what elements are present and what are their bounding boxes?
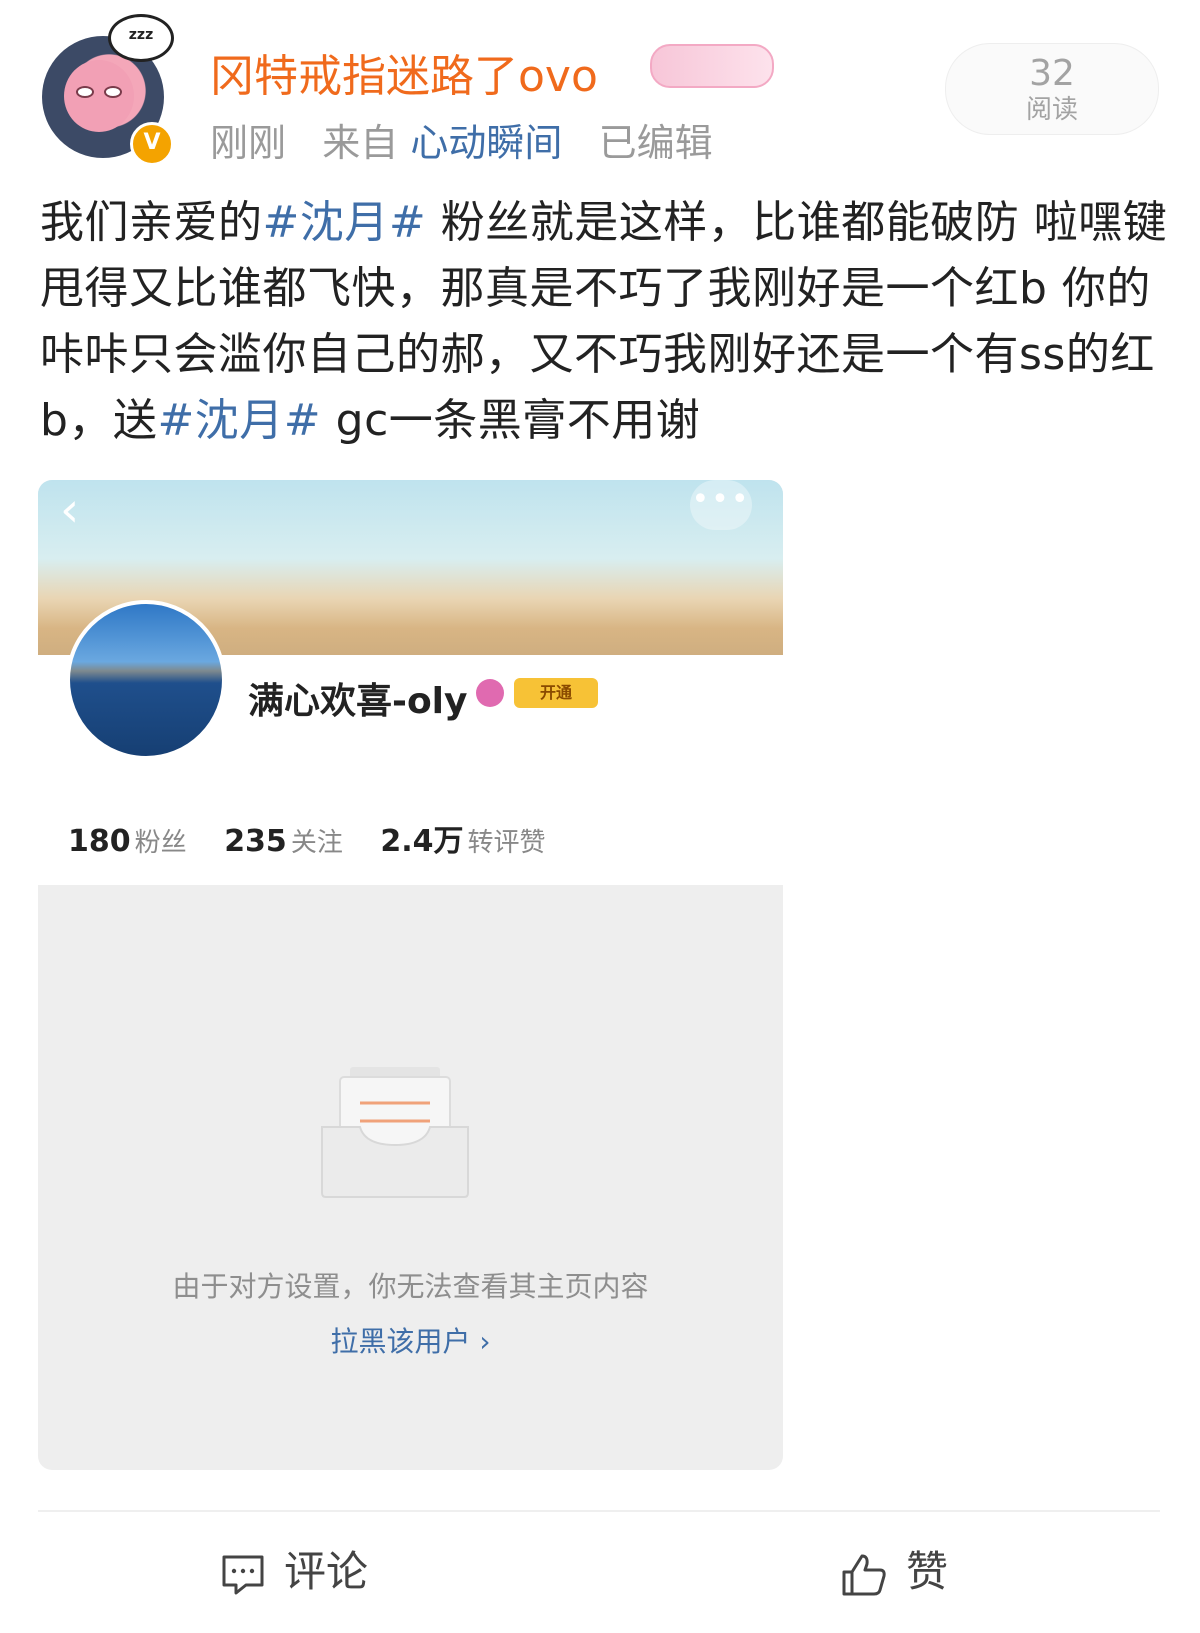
more-dots-icon: ••• <box>690 480 752 530</box>
post-source[interactable]: 心动瞬间 <box>410 121 562 165</box>
read-label: 阅读 <box>1025 95 1078 125</box>
following-count: 235 <box>224 824 287 859</box>
edited-label[interactable]: 已编辑 <box>599 121 713 165</box>
sticker-badge-icon <box>650 44 774 88</box>
like-label: 赞 <box>906 1547 949 1596</box>
following-label: 关注 <box>290 828 343 858</box>
profile-badge-icon <box>476 679 504 707</box>
avatar-eye-right <box>104 86 122 98</box>
block-user-link: 拉黑该用户 › <box>330 1325 491 1358</box>
verified-badge-icon: V <box>130 122 174 166</box>
comment-label: 评论 <box>284 1547 369 1596</box>
post-text-seg: gc一条黑膏不用谢 <box>321 395 701 446</box>
read-count-box: 32 阅读 <box>945 43 1159 135</box>
avatar-eye-left <box>76 86 94 98</box>
post-time: 刚刚 <box>210 121 287 165</box>
empty-inbox-icon <box>321 1067 469 1198</box>
post-meta: 刚刚 来自 心动瞬间 已编辑 <box>210 112 713 167</box>
back-chevron-icon: ‹ <box>60 482 80 538</box>
author-name[interactable]: 冈特戒指迷路了ovo <box>210 40 598 104</box>
profile-name: 满心欢喜-oly <box>248 681 468 722</box>
post-text-seg: 我们亲爱的 <box>40 197 263 248</box>
hashtag-link[interactable]: #沈月# <box>157 395 321 446</box>
followers-label: 粉丝 <box>134 828 187 858</box>
read-count: 32 <box>1029 53 1075 94</box>
source-prefix: 来自 <box>322 121 399 165</box>
like-button[interactable]: 赞 <box>840 1538 948 1599</box>
comment-button[interactable]: 评论 <box>220 1538 368 1599</box>
thumbs-up-icon <box>842 1554 886 1595</box>
profile-stats: 180 粉丝 235 关注 2.4万 转评赞 <box>68 816 574 860</box>
engagement-label: 转评赞 <box>467 828 546 858</box>
empty-message: 由于对方设置，你无法查看其主页内容 <box>172 1270 649 1303</box>
avatar-sleep-bubble: zzz <box>108 14 174 62</box>
comment-icon <box>222 1555 264 1594</box>
embedded-screenshot[interactable]: ‹ ••• 满心欢喜-oly 开通 180 粉丝 235 关注 2.4万 转评赞 由于… <box>38 480 783 1470</box>
footer-divider <box>38 1510 1160 1512</box>
engagement-count: 2.4万 <box>380 824 464 859</box>
post-text: 我们亲爱的#沈月# 粉丝就是这样，比谁都能破防 啦嘿键甩得又比谁都飞快，那真是不… <box>40 190 1170 454</box>
avatar-face <box>64 60 134 132</box>
hashtag-link[interactable]: #沈月# <box>263 197 427 248</box>
profile-avatar <box>66 600 226 760</box>
vip-open-badge: 开通 <box>514 678 598 708</box>
followers-count: 180 <box>68 824 131 859</box>
